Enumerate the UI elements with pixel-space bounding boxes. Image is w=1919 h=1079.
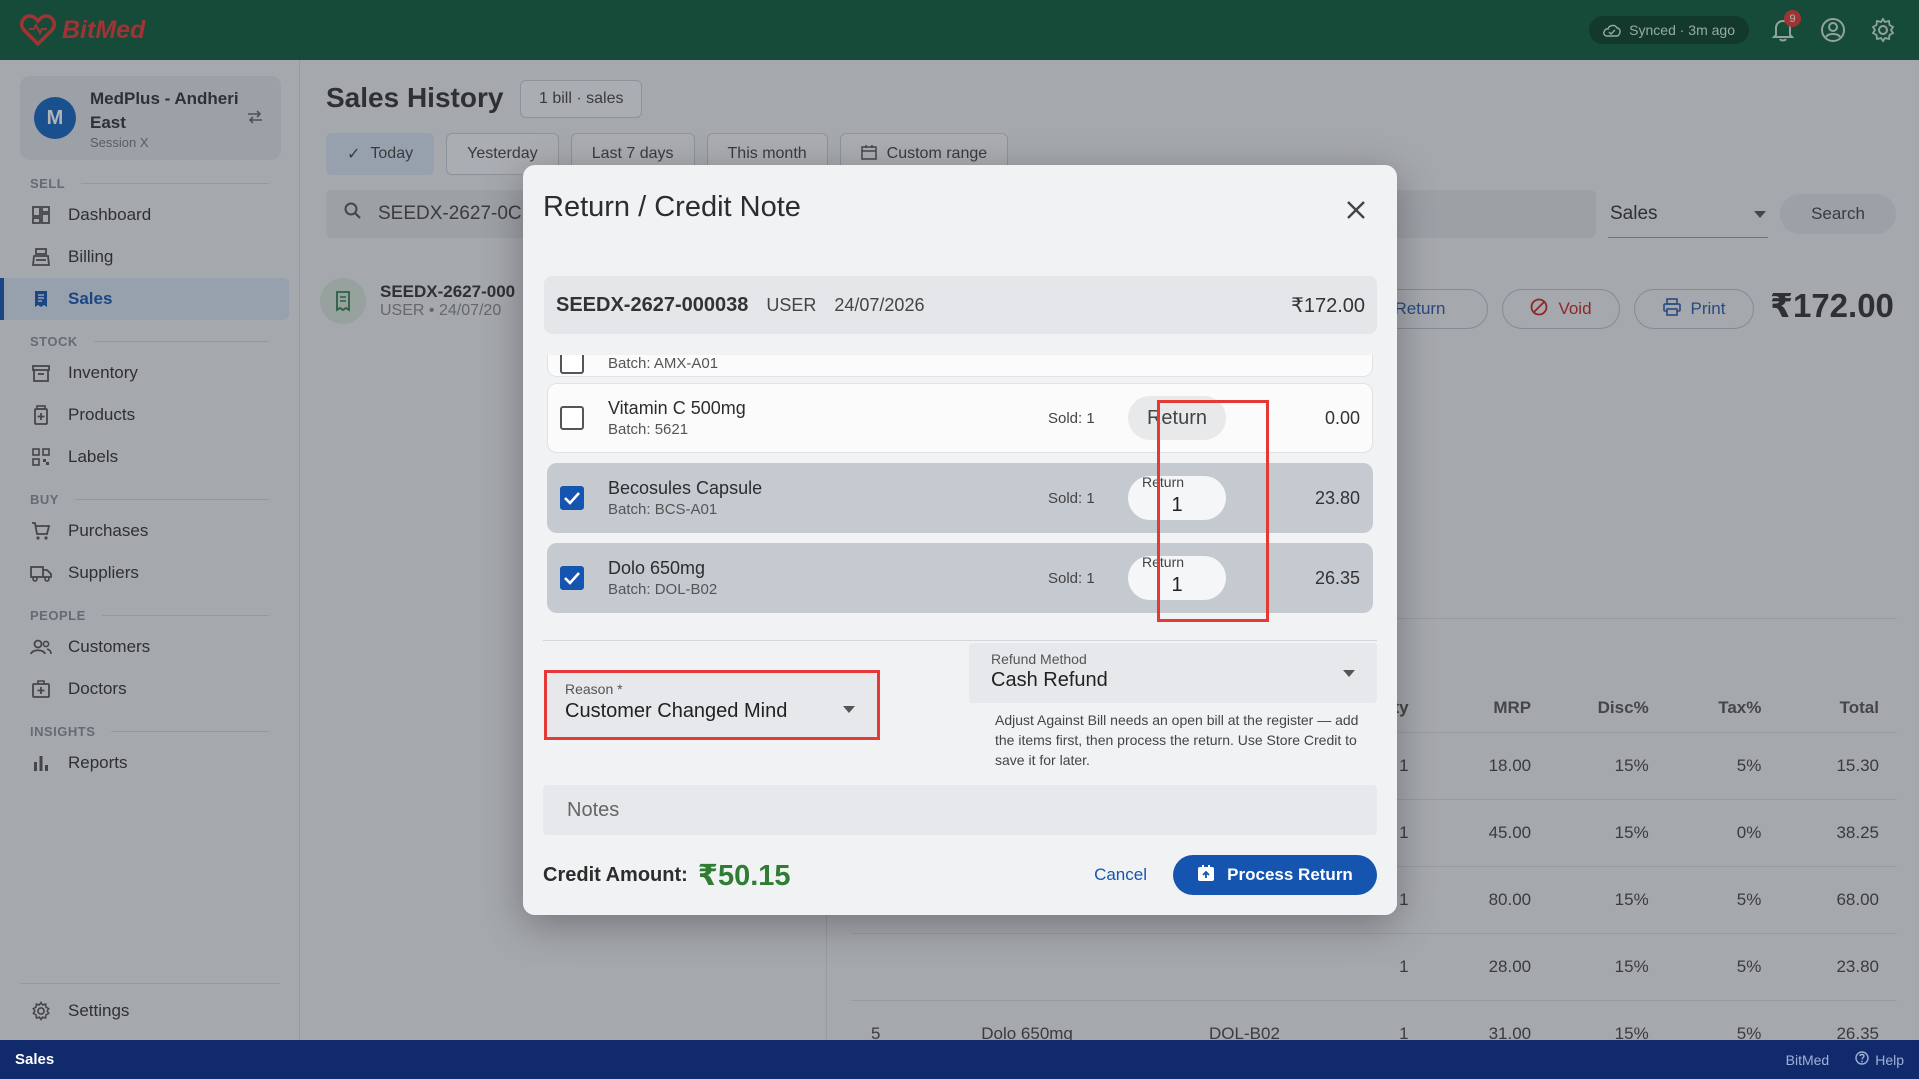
refund-method-select[interactable]: Refund Method Cash Refund [969,643,1377,703]
dialog-footer: Credit Amount: ₹50.15 Cancel Process Ret… [523,835,1397,915]
return-qty-input[interactable]: Return [1128,396,1226,440]
return-item-row[interactable]: Vitamin C 500mg Batch: 5621 Sold: 1 Retu… [547,383,1373,453]
return-credit-note-dialog: Return / Credit Note SEEDX-2627-000038 U… [523,165,1397,915]
help-circle-icon [1855,1051,1869,1068]
bill-amount: ₹172.00 [1291,294,1365,317]
notes-input[interactable]: Notes [543,785,1377,835]
process-return-label: Process Return [1227,865,1353,884]
return-qty-value: 1 [1171,573,1183,596]
item-checkbox[interactable] [560,355,584,374]
reason-label: Reason * [565,681,623,697]
return-qty-input[interactable]: Return 1 [1128,474,1226,520]
status-brand: BitMed [1785,1051,1830,1068]
bill-id: SEEDX-2627-000038 [556,293,749,316]
dialog-divider [543,640,1377,641]
return-qty-value: 1 [1171,493,1183,516]
close-button[interactable] [1341,195,1371,225]
refund-method-label: Refund Method [991,651,1087,667]
item-batch: Batch: DOL-B02 [608,581,718,598]
return-qty-label: Return [1142,474,1185,490]
item-return-amount: 26.35 [1314,567,1360,588]
return-box-icon [1197,864,1215,887]
bill-date: 24/07/2026 [834,294,925,315]
status-bar: Sales BitMed Help [0,1040,1919,1079]
return-item-row[interactable]: Becosules Capsule Batch: BCS-A01 Sold: 1… [547,463,1373,533]
help-link[interactable]: Help [1855,1051,1904,1068]
item-checkbox[interactable] [560,406,584,430]
bill-user: USER [766,294,817,315]
bill-summary-header: SEEDX-2627-000038 USER 24/07/2026 ₹172.0… [544,276,1377,334]
return-qty-placeholder: Return [1146,406,1208,429]
return-qty-input[interactable]: Return 1 [1128,554,1226,600]
refund-method-value: Cash Refund [991,669,1108,691]
return-items-list[interactable]: Batch: AMX-A01 Vitamin C 500mg Batch: 56… [547,355,1375,630]
item-batch: Batch: BCS-A01 [608,501,718,518]
return-qty-label: Return [1142,554,1185,570]
status-section: Sales [15,1051,55,1068]
check-icon [564,492,580,505]
item-name: Becosules Capsule [608,478,763,498]
chevron-down-icon [843,701,855,719]
credit-amount-label: Credit Amount: [543,863,688,886]
check-icon [564,572,580,585]
reason-value: Customer Changed Mind [565,700,788,722]
reason-select[interactable]: Reason * Customer Changed Mind [547,673,877,737]
item-sold-qty: Sold: 1 [1048,569,1095,587]
item-sold-qty: Sold: 1 [1048,489,1095,507]
process-return-button[interactable]: Process Return [1173,855,1377,895]
item-return-amount: 0.00 [1324,407,1360,428]
notes-placeholder: Notes [567,798,620,821]
return-item-row[interactable]: Dolo 650mg Batch: DOL-B02 Sold: 1 Return… [547,543,1373,613]
credit-amount-value: ₹50.15 [697,859,791,892]
item-checkbox[interactable] [560,486,584,510]
close-icon [1347,201,1365,219]
item-batch: Batch: 5621 [608,421,689,438]
item-batch: Batch: AMX-A01 [608,355,719,372]
return-item-row[interactable]: Batch: AMX-A01 [547,355,1373,377]
refund-helper-text: Adjust Against Bill needs an open bill a… [995,712,1359,768]
item-name: Dolo 650mg [608,558,706,578]
dialog-title: Return / Credit Note [543,191,801,223]
item-sold-qty: Sold: 1 [1048,409,1095,427]
item-return-amount: 23.80 [1314,487,1360,508]
item-checkbox[interactable] [560,566,584,590]
item-name: Vitamin C 500mg [608,398,746,418]
help-label: Help [1875,1051,1904,1068]
chevron-down-icon [1343,665,1355,683]
cancel-button[interactable]: Cancel [1074,865,1167,885]
